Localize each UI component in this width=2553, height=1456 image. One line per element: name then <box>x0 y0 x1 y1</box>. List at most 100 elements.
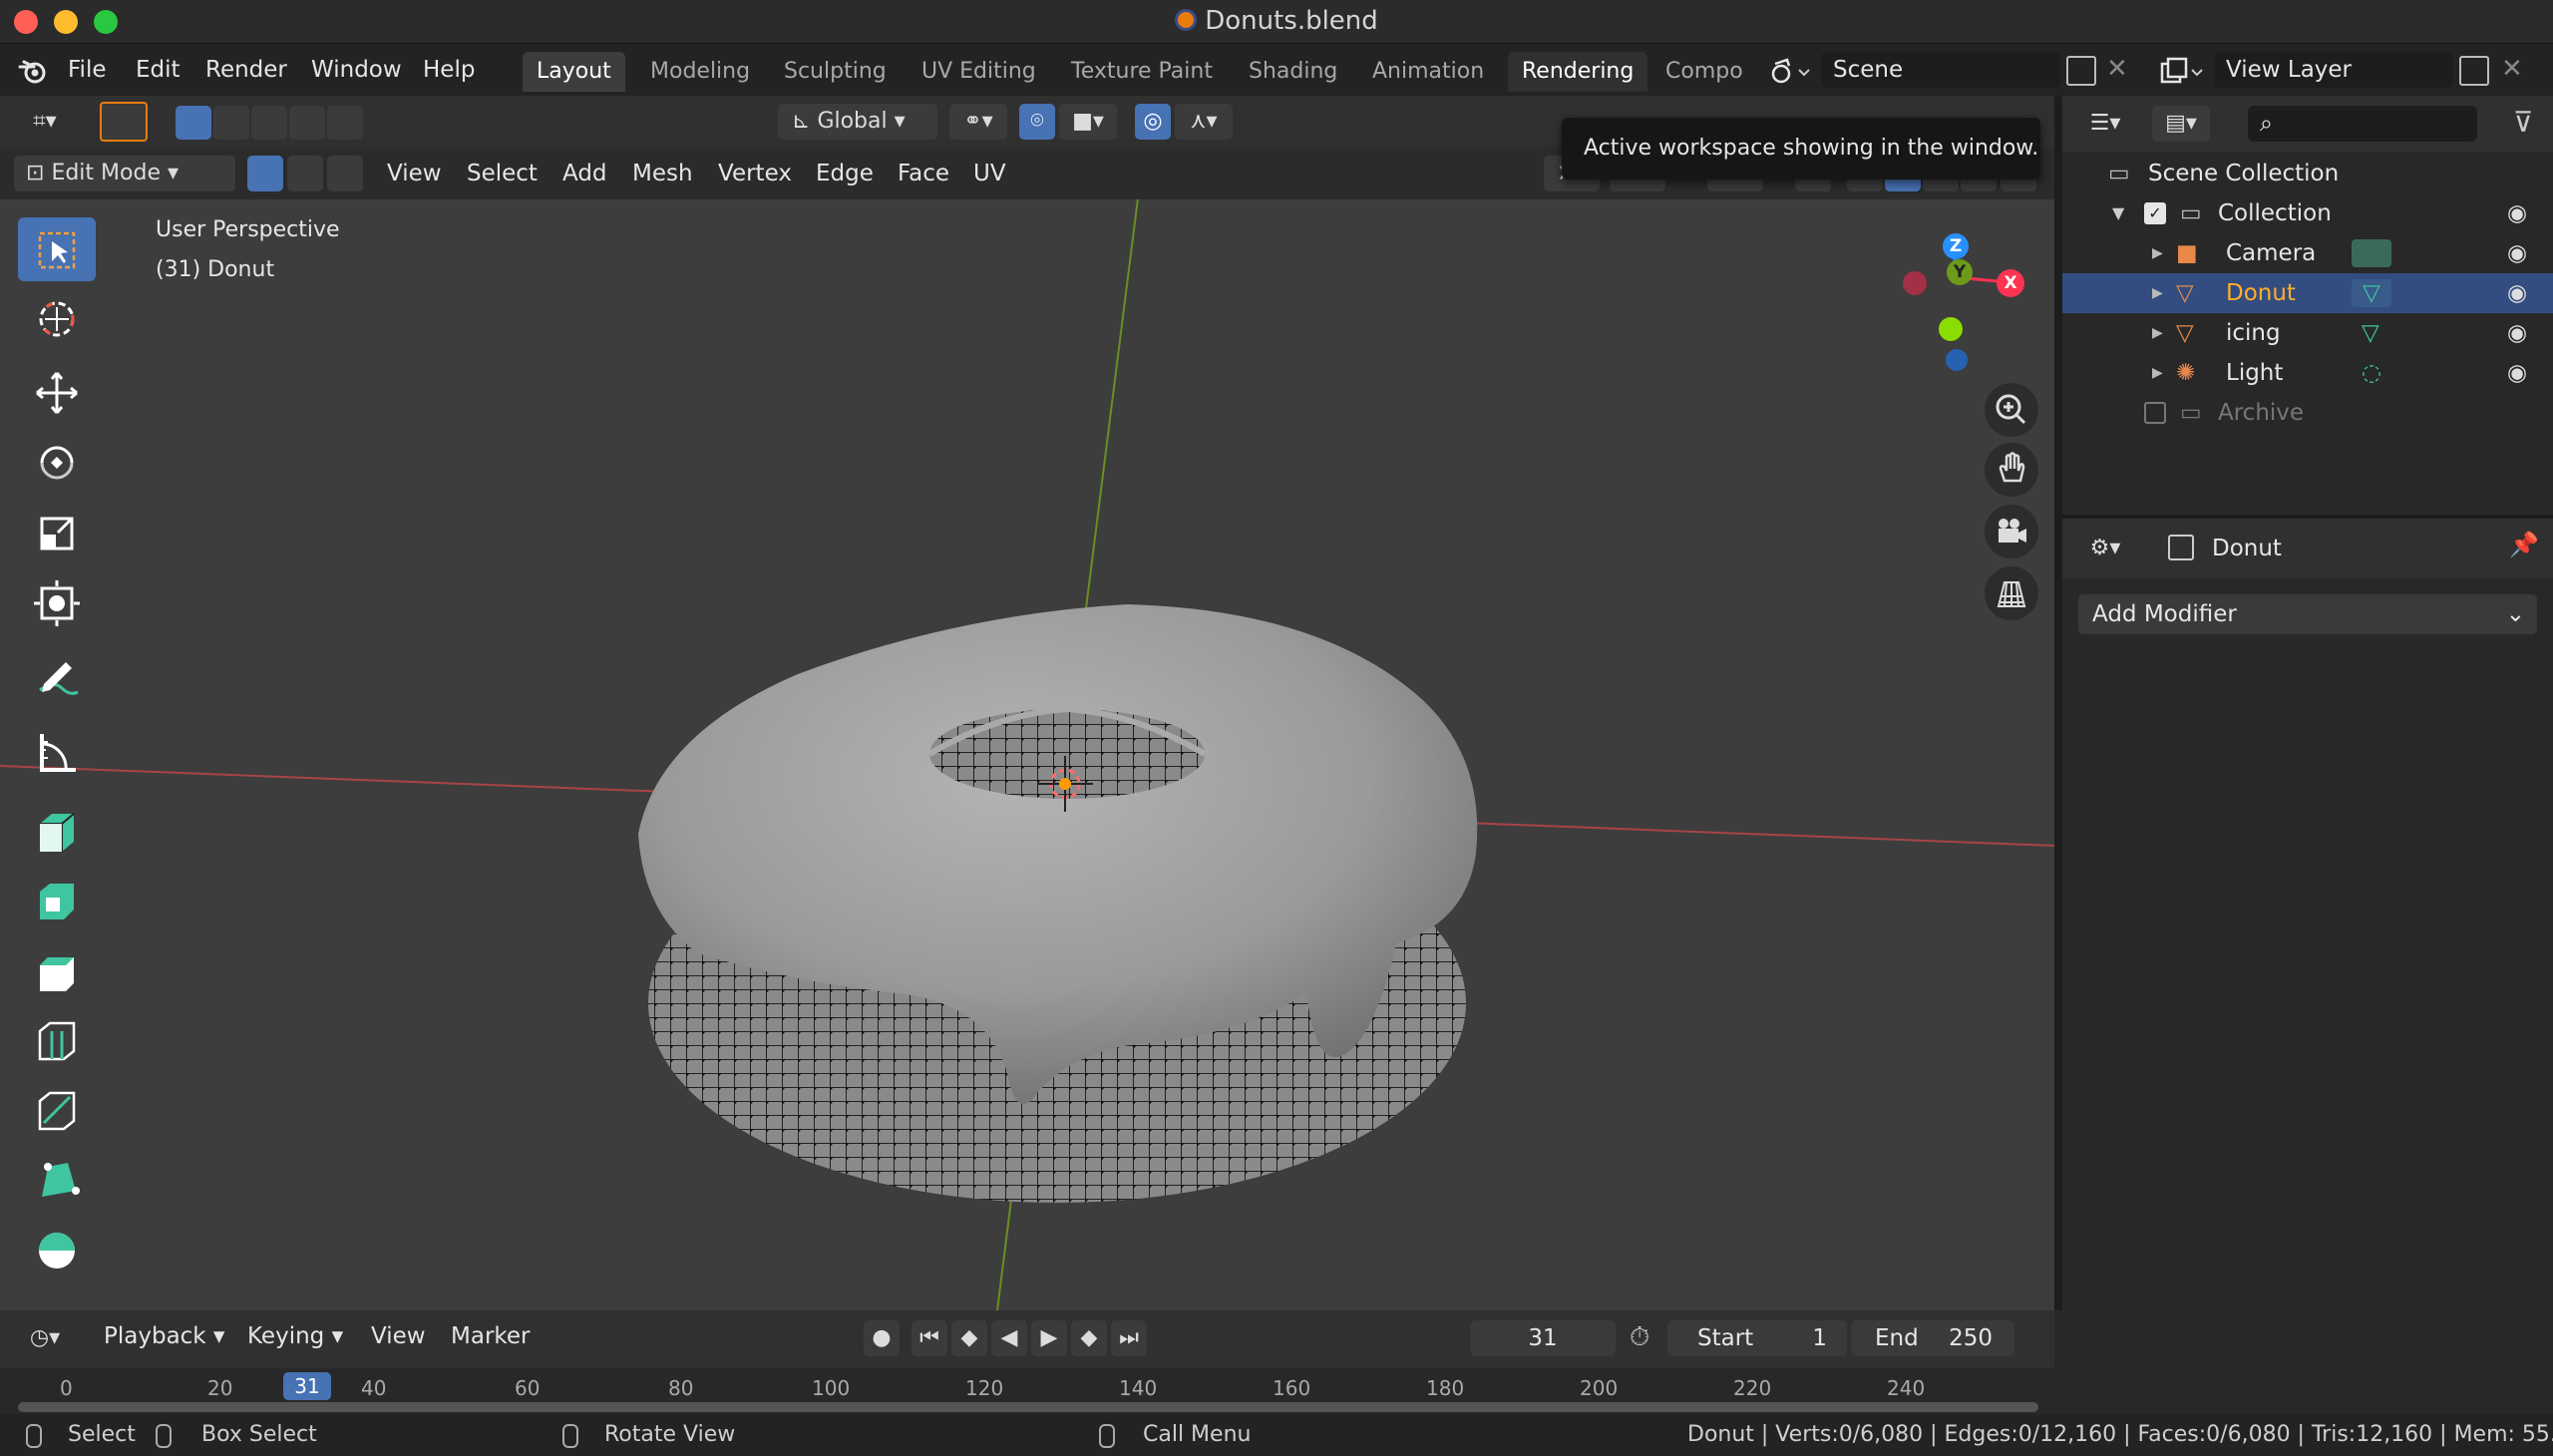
start-frame-field[interactable]: Start 1 <box>1667 1320 1847 1356</box>
move-tool-icon[interactable] <box>18 361 96 425</box>
select-mode-subtract-icon[interactable] <box>251 106 287 140</box>
transform-tool-icon[interactable] <box>18 570 96 634</box>
current-frame-field[interactable]: 31 <box>1470 1320 1616 1356</box>
outliner-archive[interactable]: ▭ Archive <box>2062 393 2553 433</box>
outliner-search-field[interactable]: ⌕ <box>2248 106 2477 142</box>
cursor-tool-icon[interactable] <box>18 287 96 351</box>
vertex-select-icon[interactable] <box>247 156 283 191</box>
timeline-menu-marker[interactable]: Marker <box>451 1310 531 1362</box>
camera-expand-icon[interactable]: ▶ <box>2152 233 2163 273</box>
blender-logo-icon[interactable] <box>18 58 48 84</box>
snap-icon[interactable]: ⌾ <box>1019 104 1055 140</box>
view-layer-icon[interactable] <box>2158 54 2212 90</box>
viewport-menu-select[interactable]: Select <box>467 148 538 199</box>
3d-viewport[interactable]: ⌗▾ ⊾ Global ▾ ⚭▾ ⌾ ■▾ ◎ ⋏▾ ⊡ Edit Mode ▾… <box>0 96 2054 1310</box>
pivot-point-icon[interactable]: ⚭▾ <box>949 104 1007 140</box>
prev-keyframe-icon[interactable]: ◆ <box>951 1320 987 1356</box>
outliner-item-light[interactable]: ▶ ✺ Light ◌ ◉ <box>2062 353 2553 393</box>
knife-tool-icon[interactable] <box>18 1079 96 1143</box>
light-data-icon[interactable]: ◌ <box>2362 353 2381 393</box>
collection-expand-icon[interactable]: ▼ <box>2112 193 2124 233</box>
camera-visibility-icon[interactable]: ◉ <box>2507 233 2527 273</box>
menu-help[interactable]: Help <box>423 44 475 96</box>
new-view-layer-icon[interactable] <box>2459 56 2489 86</box>
play-icon[interactable]: ▶ <box>1031 1320 1067 1356</box>
viewport-menu-mesh[interactable]: Mesh <box>632 148 693 199</box>
jump-end-icon[interactable]: ⏭ <box>1111 1320 1147 1356</box>
donut-mesh-data-icon[interactable]: ▽ <box>2352 279 2391 307</box>
pan-hand-icon[interactable] <box>1985 443 2038 497</box>
timeline-editor-type-icon[interactable]: ◷▾ <box>14 1320 76 1356</box>
camera-view-icon[interactable] <box>1985 505 2038 558</box>
collection-visibility-icon[interactable]: ◉ <box>2507 193 2527 233</box>
viewport-menu-vertex[interactable]: Vertex <box>718 148 792 199</box>
transform-orientation-dropdown[interactable]: ⊾ Global ▾ <box>778 104 937 140</box>
bevel-tool-icon[interactable] <box>18 939 96 1003</box>
outliner-editor-type-icon[interactable]: ☰▾ <box>2078 106 2132 142</box>
menu-window[interactable]: Window <box>311 44 402 96</box>
icing-expand-icon[interactable]: ▶ <box>2152 313 2163 353</box>
editor-type-selector[interactable]: ⌗▾ <box>14 104 76 140</box>
viewport-menu-view[interactable]: View <box>387 148 442 199</box>
zoom-icon[interactable] <box>1985 383 2038 437</box>
annotate-tool-icon[interactable] <box>18 650 96 714</box>
timeline-menu-keying[interactable]: Keying ▾ <box>247 1310 343 1362</box>
viewport-menu-add[interactable]: Add <box>562 148 607 199</box>
tab-modeling[interactable]: Modeling <box>636 52 764 92</box>
scene-selector-icon[interactable] <box>1767 54 1819 90</box>
outliner-item-camera[interactable]: ▶ ■ Camera ◉ <box>2062 233 2553 273</box>
playhead[interactable]: 31 <box>283 1372 331 1400</box>
poly-build-tool-icon[interactable] <box>18 1149 96 1213</box>
gizmo-x-axis[interactable]: X <box>1997 269 2024 297</box>
tab-rendering[interactable]: Rendering <box>1508 52 1648 92</box>
outliner-item-donut[interactable]: ▶ ▽ Donut ▽ ◉ <box>2062 273 2553 313</box>
menu-edit[interactable]: Edit <box>136 44 181 96</box>
icing-mesh-data-icon[interactable]: ▽ <box>2362 313 2379 353</box>
tab-compositing[interactable]: Compo <box>1651 52 1749 92</box>
timeline-menu-view[interactable]: View <box>371 1310 426 1362</box>
tab-texture-paint[interactable]: Texture Paint <box>1057 52 1227 92</box>
donut-expand-icon[interactable]: ▶ <box>2152 273 2163 313</box>
face-select-icon[interactable] <box>327 156 363 191</box>
timer-icon[interactable]: ⏱ <box>1630 1322 1649 1353</box>
snap-target-icon[interactable]: ■▾ <box>1059 104 1117 140</box>
spin-tool-icon[interactable] <box>18 1219 96 1282</box>
properties-editor-type-icon[interactable]: ⚙▾ <box>2078 531 2132 566</box>
view-layer-field[interactable]: View Layer <box>2214 52 2453 88</box>
display-mode-icon[interactable]: ▤▾ <box>2152 106 2210 142</box>
scale-tool-icon[interactable] <box>18 501 96 564</box>
add-modifier-dropdown[interactable]: Add Modifier ⌄ <box>2078 594 2537 634</box>
select-mode-new-icon[interactable] <box>176 106 211 140</box>
collection-checkbox[interactable]: ✓ <box>2144 202 2166 224</box>
timeline-ruler[interactable]: 0 20 31 40 60 80 100 120 140 160 180 200… <box>0 1368 2054 1414</box>
record-icon[interactable]: ● <box>864 1320 900 1356</box>
tweak-tool-icon[interactable] <box>100 102 148 142</box>
gizmo-y-axis[interactable]: Y <box>1947 259 1973 285</box>
delete-scene-icon[interactable]: ✕ <box>2106 54 2128 84</box>
timeline-menu-playback[interactable]: Playback ▾ <box>104 1310 224 1362</box>
select-mode-intersect-icon[interactable] <box>327 106 363 140</box>
viewport-menu-edge[interactable]: Edge <box>816 148 874 199</box>
navigation-gizmo[interactable]: Z Y X <box>1875 225 2024 375</box>
end-frame-field[interactable]: End 250 <box>1851 1320 2014 1356</box>
outliner-scene-collection[interactable]: ▭ Scene Collection <box>2062 154 2553 193</box>
edge-select-icon[interactable] <box>287 156 323 191</box>
timeline-scrollbar[interactable] <box>18 1402 2038 1412</box>
loop-cut-tool-icon[interactable] <box>18 1009 96 1073</box>
tab-animation[interactable]: Animation <box>1358 52 1498 92</box>
filter-icon[interactable]: ⊽ <box>2513 106 2534 139</box>
grid-view-icon[interactable] <box>1985 566 2038 620</box>
camera-data-icon[interactable] <box>2352 239 2391 267</box>
tab-uv-editing[interactable]: UV Editing <box>908 52 1050 92</box>
select-box-tool-icon[interactable] <box>18 217 96 281</box>
viewport-menu-face[interactable]: Face <box>898 148 949 199</box>
tab-layout[interactable]: Layout <box>523 52 625 92</box>
extrude-tool-icon[interactable] <box>18 800 96 864</box>
tab-shading[interactable]: Shading <box>1235 52 1351 92</box>
measure-tool-icon[interactable] <box>18 720 96 784</box>
archive-checkbox[interactable] <box>2144 402 2166 424</box>
select-mode-extend-icon[interactable] <box>213 106 249 140</box>
gizmo-z-axis[interactable]: Z <box>1943 233 1969 259</box>
proportional-editing-icon[interactable]: ◎ <box>1135 104 1171 140</box>
new-scene-icon[interactable] <box>2066 56 2096 86</box>
